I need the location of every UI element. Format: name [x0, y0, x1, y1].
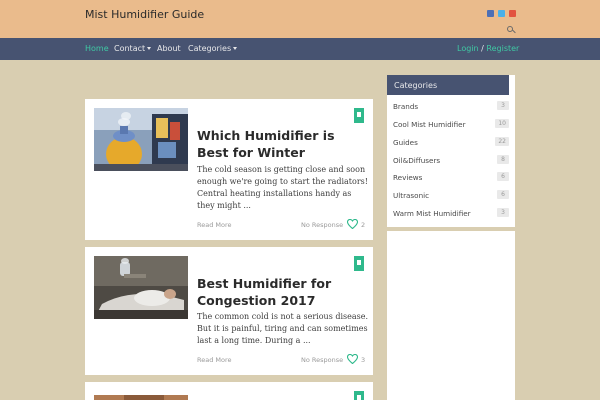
- category-count: 10: [495, 119, 509, 128]
- nav-contact[interactable]: Contact: [114, 44, 152, 53]
- search-icon[interactable]: [507, 26, 516, 34]
- twitter-icon[interactable]: [498, 10, 505, 17]
- site-header: Mist Humidifier Guide: [0, 0, 600, 38]
- post-thumbnail[interactable]: [94, 108, 188, 171]
- comments-link[interactable]: No Response: [301, 356, 343, 364]
- post-thumbnail[interactable]: [94, 391, 188, 400]
- category-label: Reviews: [393, 173, 423, 182]
- category-item[interactable]: Warm Mist Humidifier 3: [393, 208, 509, 219]
- chevron-down-icon: [233, 47, 238, 50]
- site-title[interactable]: Mist Humidifier Guide: [85, 8, 204, 21]
- category-item[interactable]: Guides 22: [393, 137, 509, 148]
- widget-title: Categories: [387, 75, 509, 95]
- category-count: 22: [495, 137, 509, 146]
- post-card: Best Humidifier for Congestion 2017 The …: [85, 247, 373, 375]
- category-item[interactable]: Brands 3: [393, 101, 509, 112]
- nav-categories-label: Categories: [188, 44, 232, 53]
- like-count: 3: [361, 356, 366, 364]
- category-count: 3: [497, 101, 509, 110]
- categories-widget: Categories Brands 3 Cool Mist Humidifier 1…: [387, 75, 515, 227]
- category-label: Warm Mist Humidifier: [393, 209, 471, 218]
- category-item[interactable]: Reviews 6: [393, 172, 509, 183]
- main-navigation: Home Contact About Categories Login / Re…: [0, 38, 600, 60]
- post-thumbnail[interactable]: [94, 256, 188, 319]
- category-count: 6: [497, 190, 509, 199]
- category-item[interactable]: Cool Mist Humidifier 10: [393, 119, 509, 130]
- category-item[interactable]: Oil&Diffusers 8: [393, 155, 509, 166]
- post-meta: Read More No Response 3: [197, 353, 367, 366]
- post-title[interactable]: Best Humidifier for Congestion 2017: [197, 275, 367, 309]
- nav-about[interactable]: About: [157, 44, 181, 53]
- category-label: Guides: [393, 138, 418, 147]
- nav-categories[interactable]: Categories: [188, 44, 238, 53]
- sidebar-widget-empty: [387, 231, 515, 400]
- category-count: 6: [497, 172, 509, 181]
- facebook-icon[interactable]: [487, 10, 494, 17]
- register-link[interactable]: Register: [486, 44, 519, 53]
- category-count: 3: [497, 208, 509, 217]
- category-count: 8: [497, 155, 509, 164]
- heart-icon[interactable]: [346, 218, 359, 230]
- post-excerpt: The common cold is not a serious disease…: [197, 312, 369, 345]
- bookmark-icon[interactable]: [354, 256, 364, 271]
- post-card: [85, 382, 373, 400]
- nav-contact-label: Contact: [114, 44, 146, 53]
- auth-links: Login / Register: [457, 44, 519, 53]
- chevron-down-icon: [147, 47, 152, 50]
- post-excerpt: The cold season is getting close and soo…: [197, 165, 368, 210]
- post-meta: Read More No Response 2: [197, 218, 367, 231]
- read-more-link[interactable]: Read More: [197, 221, 232, 229]
- post-title[interactable]: Which Humidifier is Best for Winter: [197, 127, 367, 161]
- post-card: Which Humidifier is Best for Winter The …: [85, 99, 373, 240]
- like-count: 2: [361, 221, 366, 229]
- nav-home[interactable]: Home: [85, 44, 109, 53]
- bookmark-icon[interactable]: [354, 391, 364, 400]
- auth-separator: /: [481, 44, 484, 53]
- login-link[interactable]: Login: [457, 44, 479, 53]
- comments-link[interactable]: No Response: [301, 221, 343, 229]
- category-label: Oil&Diffusers: [393, 156, 441, 165]
- googleplus-icon[interactable]: [509, 10, 516, 17]
- category-label: Brands: [393, 102, 419, 111]
- heart-icon[interactable]: [346, 353, 359, 365]
- category-item[interactable]: Ultrasonic 6: [393, 190, 509, 201]
- category-label: Ultrasonic: [393, 191, 430, 200]
- bookmark-icon[interactable]: [354, 108, 364, 123]
- category-label: Cool Mist Humidifier: [393, 120, 466, 129]
- read-more-link[interactable]: Read More: [197, 356, 232, 364]
